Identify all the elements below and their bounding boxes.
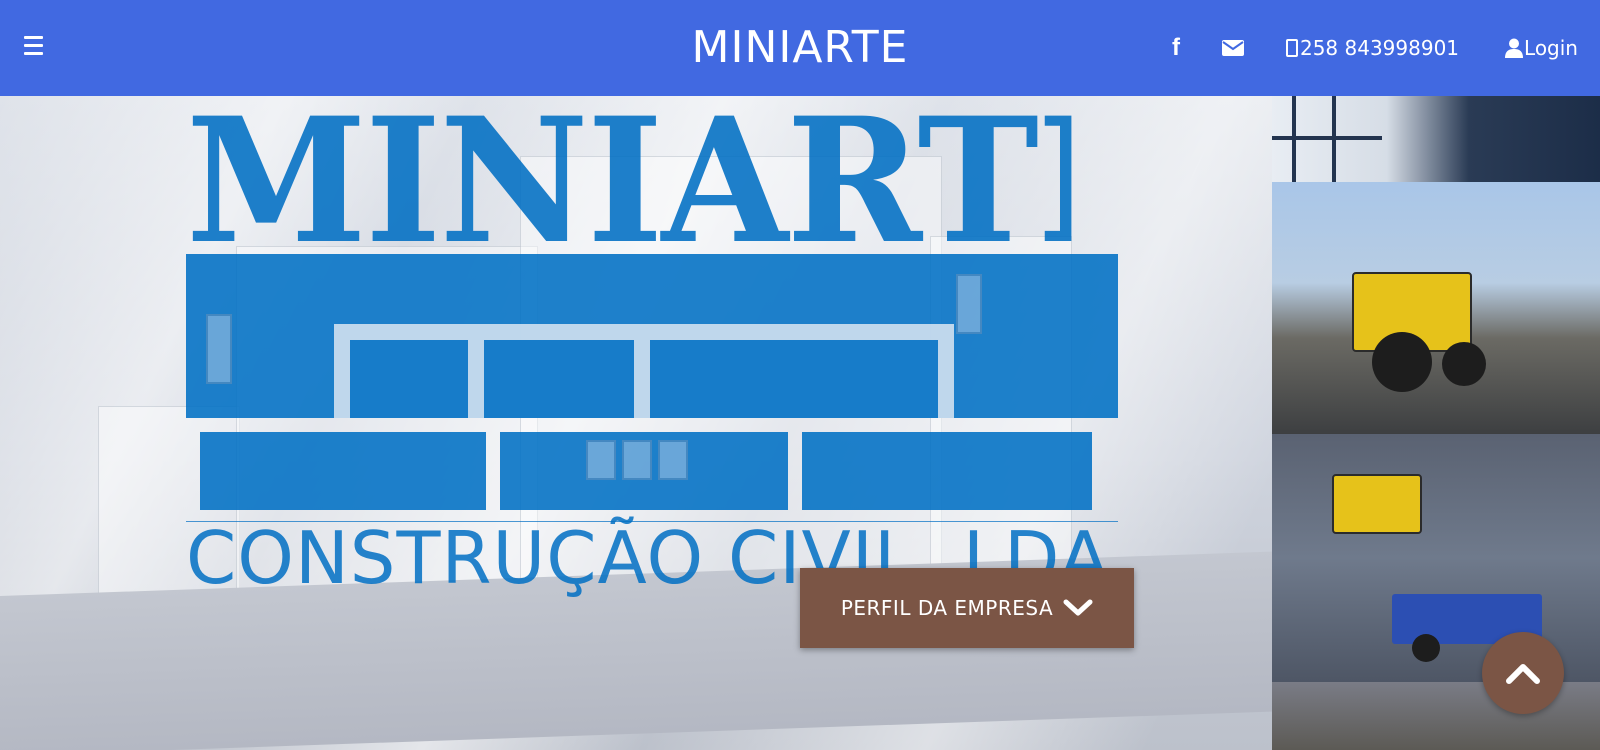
excavator-shape — [1332, 474, 1422, 534]
phone-number: 258 843998901 — [1299, 36, 1460, 60]
logo-title: MINIARTE — [186, 106, 1072, 246]
user-icon — [1505, 38, 1524, 58]
phone-link[interactable]: 258 843998901 — [1285, 36, 1460, 60]
chevron-down-icon — [1063, 599, 1093, 616]
top-navbar: MINIARTE f 258 843998901 Login — [0, 0, 1600, 96]
facebook-link[interactable]: f — [1172, 34, 1180, 62]
wheel-loader-photo — [1272, 182, 1600, 434]
email-link[interactable] — [1221, 40, 1244, 56]
mobile-phone-icon — [1285, 39, 1298, 57]
logo-building-graphic — [186, 254, 1118, 518]
scroll-to-top-button[interactable] — [1482, 632, 1564, 714]
scaffold-photo — [1272, 96, 1600, 182]
hero-background-image: MINIARTE CONSTRUÇÃO CIVIL, LDA — [0, 96, 1272, 750]
nav-right-group: f 258 843998901 Login — [1172, 34, 1578, 62]
facebook-icon: f — [1171, 34, 1180, 61]
chevron-up-icon — [1506, 664, 1540, 684]
envelope-icon — [1221, 40, 1244, 56]
company-profile-button[interactable]: PERFIL DA EMPRESA — [800, 568, 1134, 648]
login-link[interactable]: Login — [1505, 36, 1578, 60]
company-profile-label: PERFIL DA EMPRESA — [840, 596, 1054, 620]
login-label: Login — [1524, 36, 1578, 60]
company-logo: MINIARTE — [186, 106, 1118, 518]
hero-banner: MINIARTE CONSTRUÇÃO CIVIL, LDA PERFIL DA… — [0, 96, 1600, 750]
